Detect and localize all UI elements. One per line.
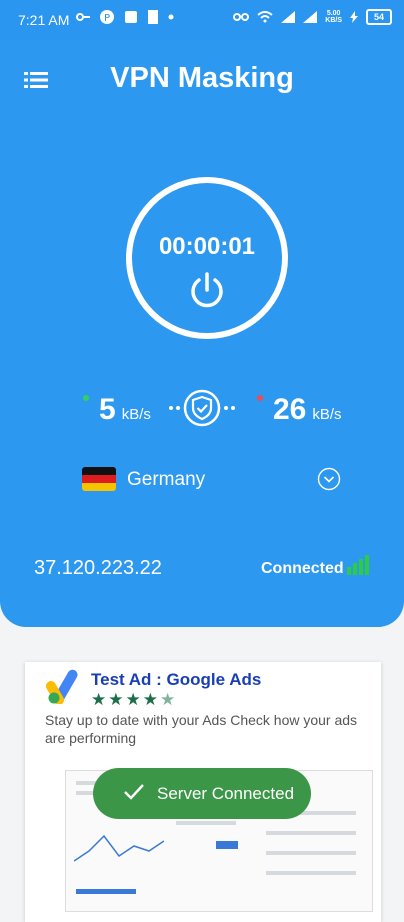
ad-rating: ★ ★ ★ ★ ★ (91, 691, 175, 708)
shield-icon (169, 389, 235, 427)
connect-button[interactable]: 00:00:01 (126, 177, 288, 339)
half-star-icon: ★ (160, 690, 176, 709)
country-selector[interactable]: Germany (80, 465, 342, 495)
download-value: 5 (99, 393, 116, 426)
star-icon: ★ (108, 690, 124, 709)
download-speed: 5 kB/s (83, 393, 151, 427)
network-speed: 5.00 KB/S (325, 10, 342, 24)
more-dot-icon (168, 14, 174, 20)
upload-value: 26 (273, 393, 307, 426)
upload-speed: 26 kB/s (257, 393, 342, 427)
signal-icon (281, 11, 296, 23)
battery-icon: 54 (366, 9, 392, 25)
germany-flag-icon (82, 467, 116, 491)
upload-indicator-dot (257, 395, 263, 401)
server-connected-toast: Server Connected (93, 768, 311, 819)
document-icon (148, 10, 158, 24)
check-icon (124, 784, 144, 800)
wifi-icon (257, 11, 273, 23)
country-name: Germany (127, 469, 206, 490)
signal-strength-icon (347, 555, 369, 575)
download-indicator-dot (83, 395, 89, 401)
download-unit: kB/s (121, 406, 151, 423)
google-ads-logo-icon (46, 669, 78, 704)
ip-address: 37.120.223.22 (34, 557, 162, 579)
key-icon (76, 13, 90, 21)
status-time: 7:21 AM (18, 12, 70, 28)
chevron-down-icon[interactable] (317, 467, 341, 491)
status-bar: 7:21 AM P 5.00 KB/S 54 (0, 0, 404, 40)
star-icon: ★ (91, 690, 107, 709)
svg-text:P: P (104, 13, 110, 24)
ad-title[interactable]: Test Ad : Google Ads (91, 670, 261, 690)
vpn-key-icon (233, 13, 250, 21)
vpn-panel: VPN Masking 00:00:01 5 kB/s 26 kB/s Germ… (0, 40, 404, 627)
charging-icon (350, 11, 358, 23)
office-icon (125, 11, 137, 23)
power-icon (191, 272, 223, 308)
connection-status: Connected (261, 560, 344, 577)
toast-message: Server Connected (157, 784, 295, 803)
ad-description: Stay up to date with your Ads Check how … (45, 712, 358, 746)
star-icon: ★ (125, 690, 141, 709)
connection-timer: 00:00:01 (158, 233, 256, 260)
signal-icon-2 (303, 11, 318, 23)
star-icon: ★ (142, 690, 158, 709)
app-notification-icon: P (100, 10, 114, 24)
app-title: VPN Masking (110, 62, 294, 94)
upload-unit: kB/s (312, 406, 342, 423)
